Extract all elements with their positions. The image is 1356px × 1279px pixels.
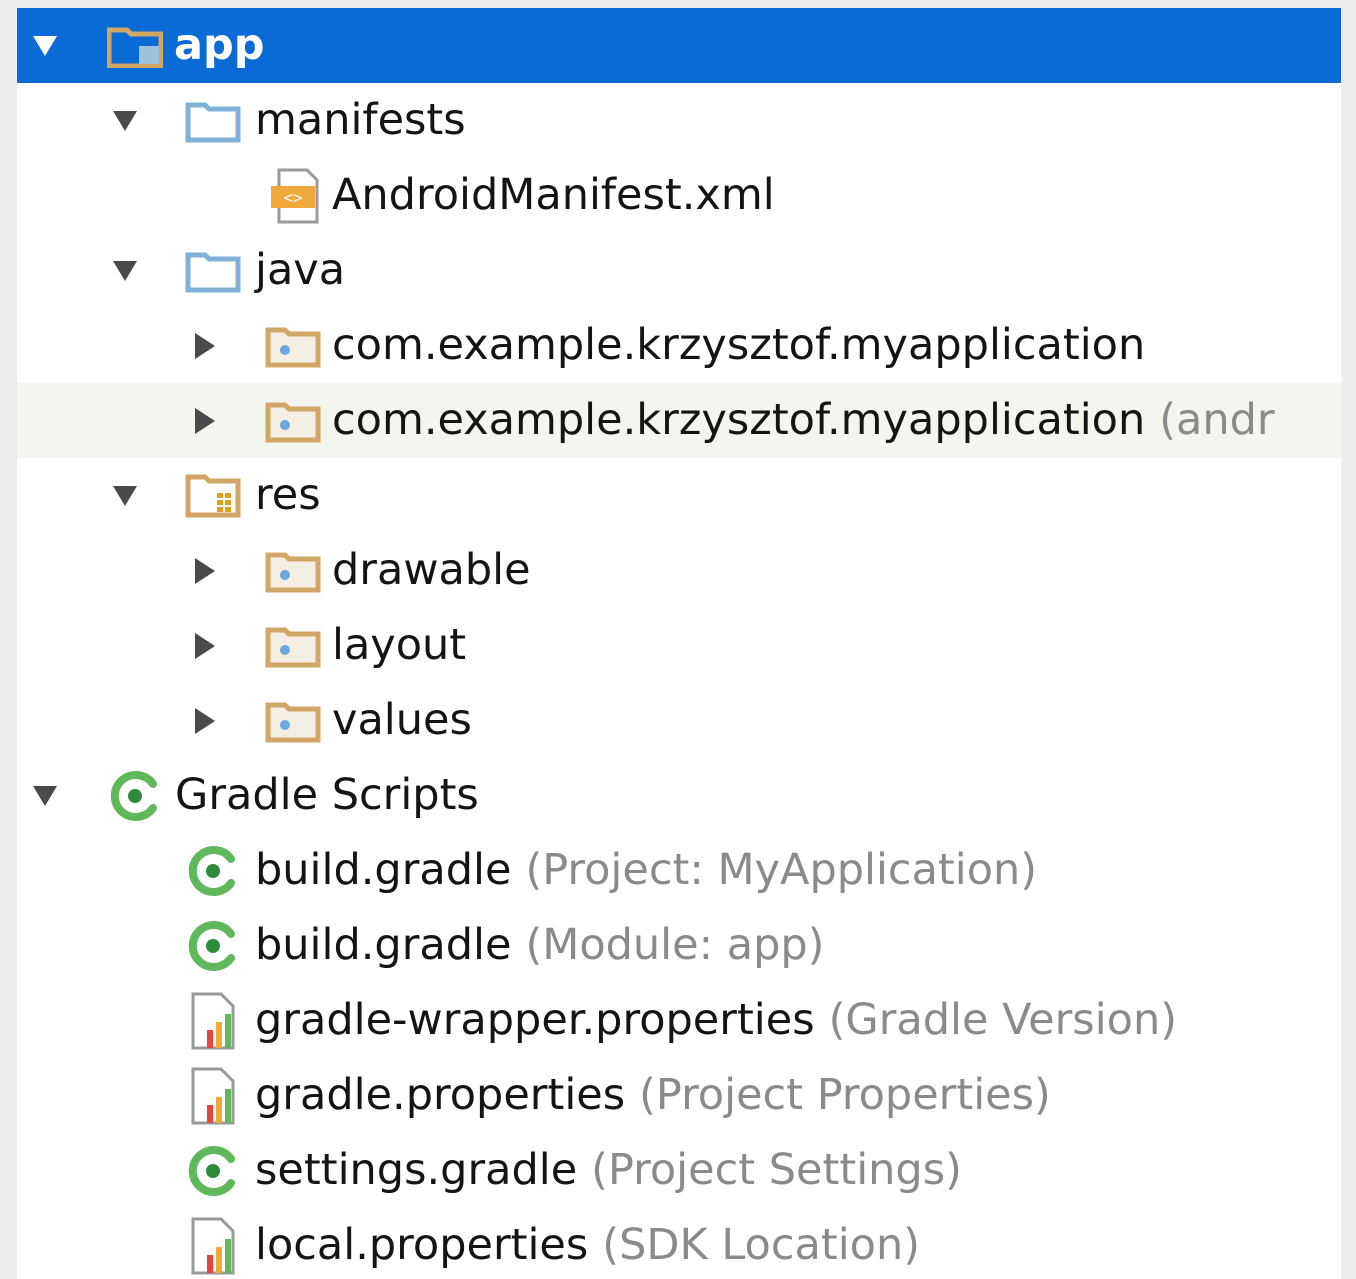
triangle-right-icon[interactable] (187, 308, 223, 383)
tree-node-label: gradle-wrapper.properties (255, 995, 815, 1045)
tree-node-app[interactable]: app (17, 8, 1341, 83)
folder-icon (185, 233, 241, 308)
tree-node-hint: (Project Properties) (639, 1070, 1051, 1120)
tree-node-label: build.gradle (255, 845, 512, 895)
tree-node-values[interactable]: values (17, 683, 1341, 758)
properties-file-icon (189, 1208, 241, 1279)
tree-node-manifest-file[interactable]: <> AndroidManifest.xml (17, 158, 1341, 233)
tree-node-layout[interactable]: layout (17, 608, 1341, 683)
triangle-right-icon[interactable] (187, 383, 223, 458)
tree-node-label: drawable (332, 545, 531, 595)
tree-node-java[interactable]: java (17, 233, 1341, 308)
tree-node-label: com.example.krzysztof.myapplication (332, 395, 1146, 445)
xml-file-icon: <> (267, 158, 323, 233)
triangle-right-icon[interactable] (187, 533, 223, 608)
gradle-icon (185, 833, 241, 908)
tree-node-gradle-wrapper-properties[interactable]: gradle-wrapper.properties (Gradle Version… (17, 983, 1341, 1058)
properties-file-icon (189, 1058, 241, 1133)
tree-node-package[interactable]: com.example.krzysztof.myapplication (17, 308, 1341, 383)
project-tree-panel: app manifests <> AndroidManifest.xml jav… (17, 8, 1341, 1279)
tree-node-label: local.properties (255, 1220, 589, 1270)
package-folder-icon (265, 383, 321, 458)
tree-node-package-test[interactable]: com.example.krzysztof.myapplication (andr (17, 383, 1341, 458)
tree-node-hint: (Gradle Version) (828, 995, 1177, 1045)
tree-node-hint: (Project: MyApplication) (525, 845, 1038, 895)
triangle-down-icon[interactable] (107, 458, 143, 533)
tree-node-build-gradle-project[interactable]: build.gradle (Project: MyApplication) (17, 833, 1341, 908)
tree-node-hint: (Module: app) (525, 920, 825, 970)
package-folder-icon (265, 683, 321, 758)
gradle-icon (107, 758, 163, 833)
tree-node-label: res (255, 470, 321, 520)
tree-node-settings-gradle[interactable]: settings.gradle (Project Settings) (17, 1133, 1341, 1208)
tree-node-label: app (174, 20, 265, 70)
gradle-icon (185, 1133, 241, 1208)
triangle-right-icon[interactable] (187, 683, 223, 758)
tree-node-hint: (SDK Location) (602, 1220, 920, 1270)
tree-node-gradle-scripts[interactable]: Gradle Scripts (17, 758, 1341, 833)
gradle-icon (185, 908, 241, 983)
triangle-right-icon[interactable] (187, 608, 223, 683)
package-folder-icon (265, 608, 321, 683)
tree-node-label: settings.gradle (255, 1145, 578, 1195)
tree-node-hint: (Project Settings) (591, 1145, 962, 1195)
tree-node-label: build.gradle (255, 920, 512, 970)
resource-folder-icon (185, 458, 241, 533)
triangle-down-icon[interactable] (27, 8, 63, 83)
properties-file-icon (189, 983, 241, 1058)
tree-node-drawable[interactable]: drawable (17, 533, 1341, 608)
tree-node-label: Gradle Scripts (175, 770, 479, 820)
folder-icon (185, 83, 241, 158)
tree-node-build-gradle-module[interactable]: build.gradle (Module: app) (17, 908, 1341, 983)
triangle-down-icon[interactable] (27, 758, 63, 833)
svg-text:<>: <> (283, 188, 302, 207)
tree-node-label: AndroidManifest.xml (332, 170, 775, 220)
tree-node-local-properties[interactable]: local.properties (SDK Location) (17, 1208, 1341, 1279)
tree-node-res[interactable]: res (17, 458, 1341, 533)
tree-node-label: manifests (255, 95, 466, 145)
package-folder-icon (265, 308, 321, 383)
tree-node-label: java (255, 245, 346, 295)
triangle-down-icon[interactable] (107, 83, 143, 158)
tree-node-manifests[interactable]: manifests (17, 83, 1341, 158)
tree-node-gradle-properties[interactable]: gradle.properties (Project Properties) (17, 1058, 1341, 1133)
triangle-down-icon[interactable] (107, 233, 143, 308)
package-folder-icon (265, 533, 321, 608)
tree-node-label: layout (332, 620, 467, 670)
module-folder-icon (107, 8, 163, 83)
tree-node-label: values (332, 695, 472, 745)
tree-node-label: com.example.krzysztof.myapplication (332, 320, 1146, 370)
tree-node-hint: (andr (1159, 395, 1275, 445)
tree-node-label: gradle.properties (255, 1070, 626, 1120)
